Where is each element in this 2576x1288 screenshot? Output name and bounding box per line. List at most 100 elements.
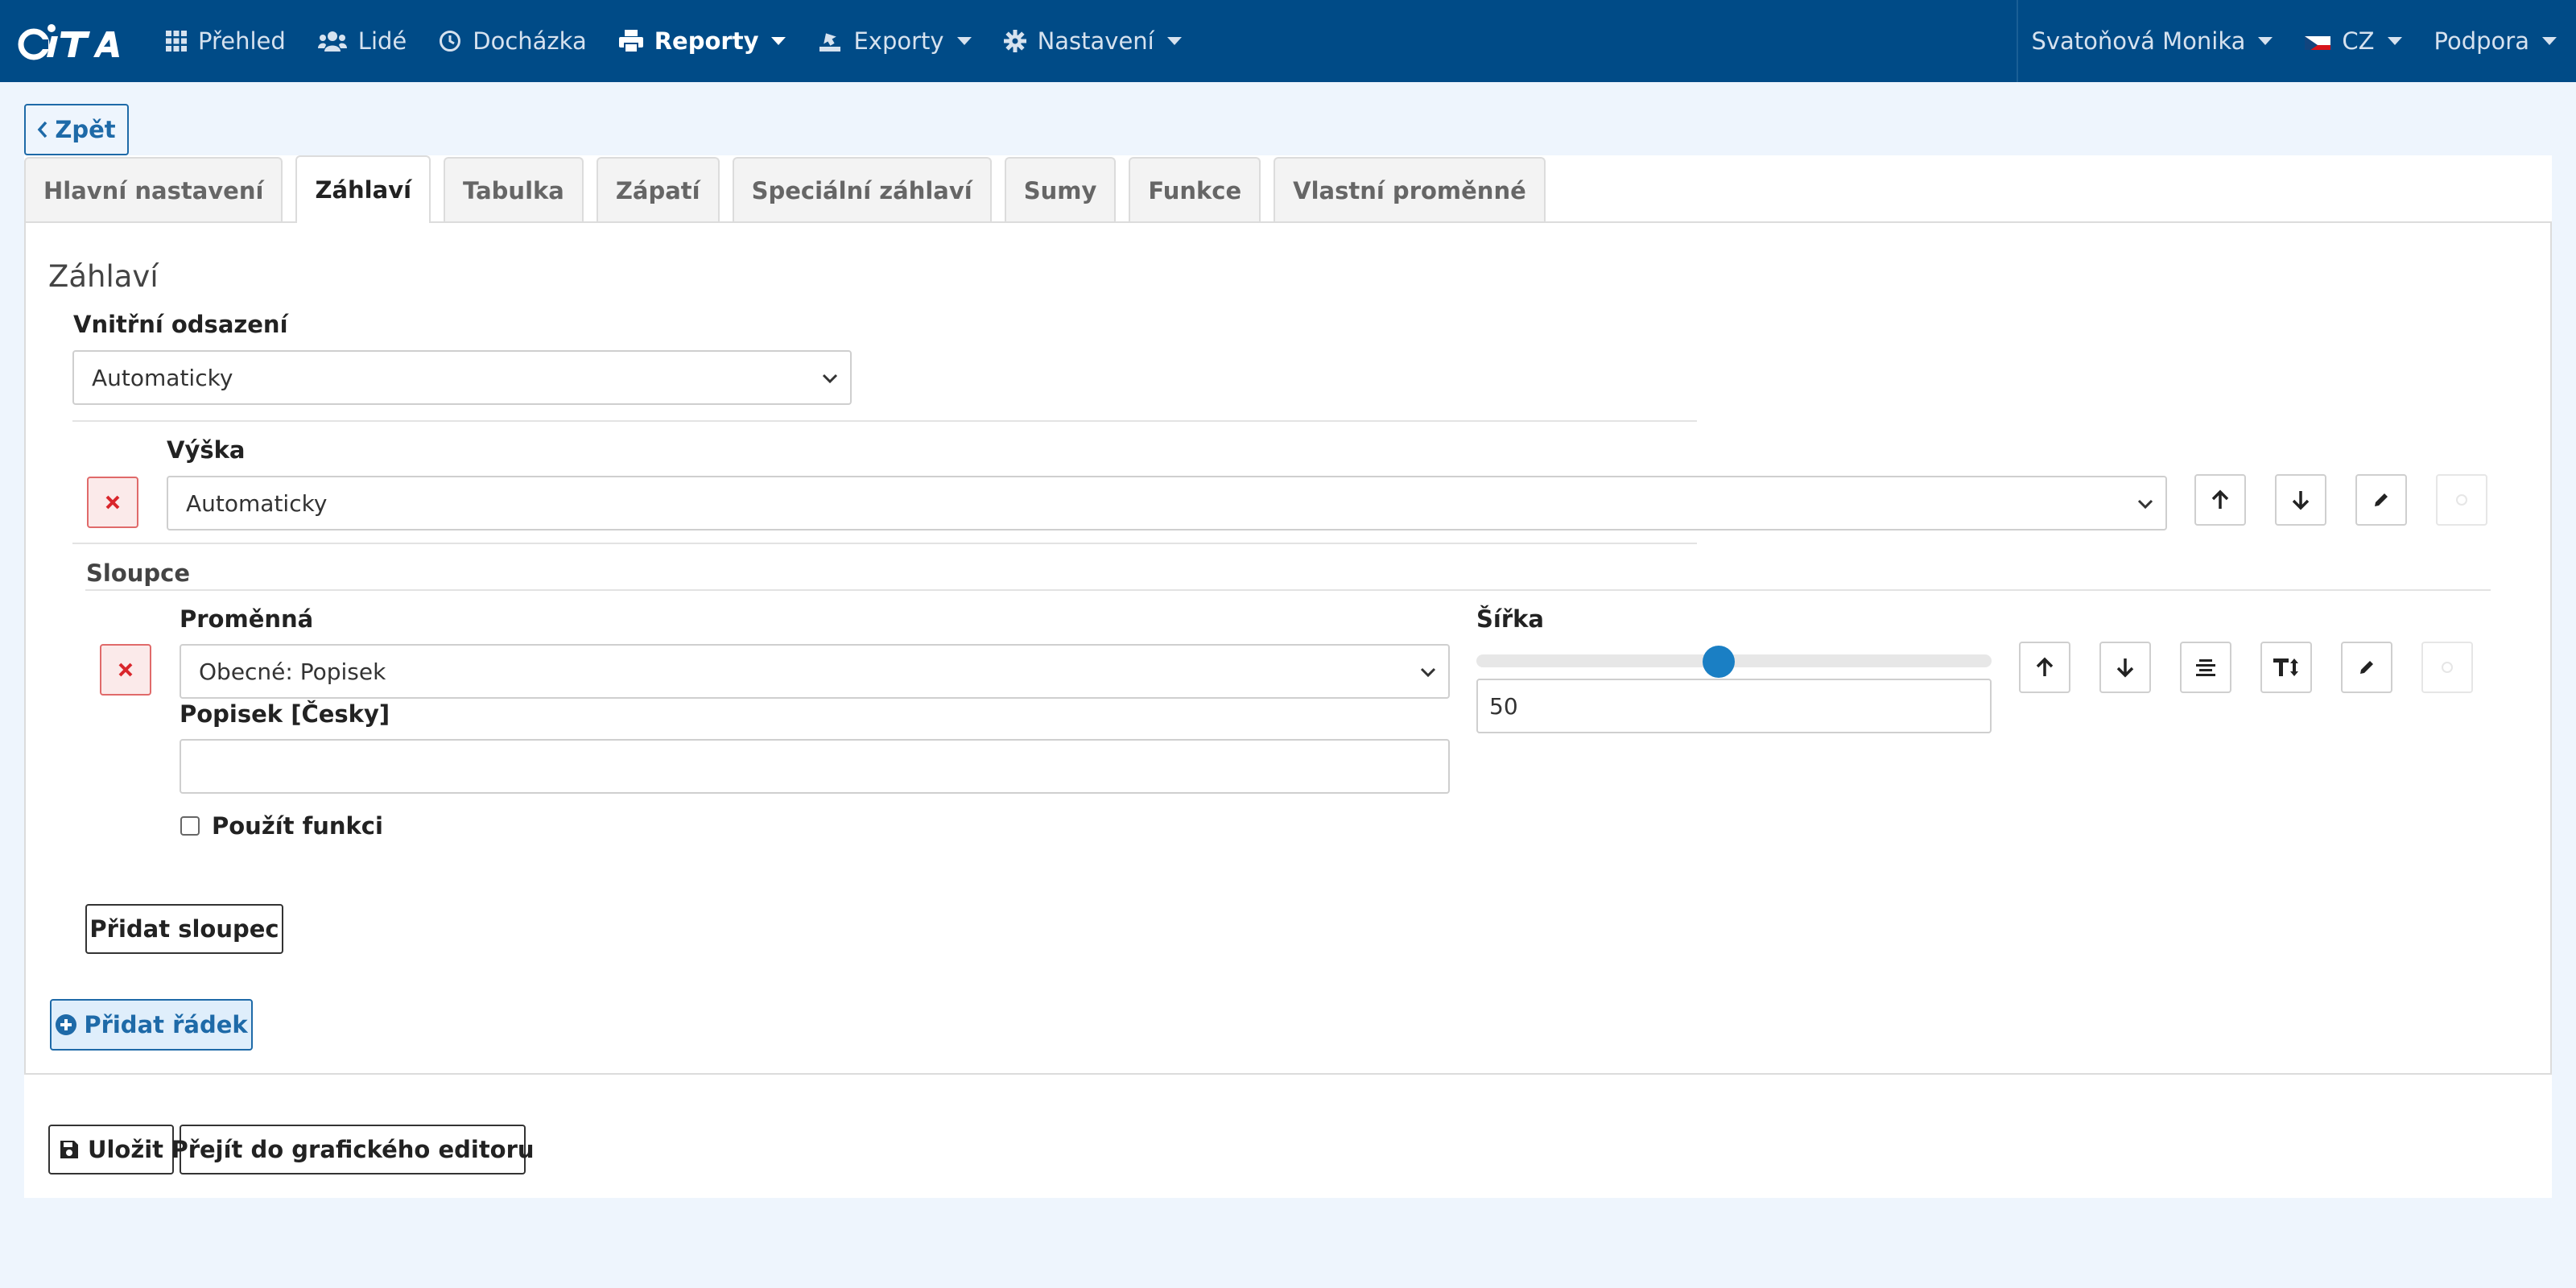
tab-label: Záhlaví [315, 176, 412, 204]
caption-input[interactable] [180, 739, 1450, 794]
remove-row-button[interactable] [87, 477, 138, 528]
variable-select-value: Obecné: Popisek [199, 658, 386, 685]
text-size-button[interactable] [2260, 642, 2312, 693]
language-menu[interactable]: CZ [2289, 0, 2417, 82]
caption-label: Popisek [Česky] [180, 700, 390, 728]
tab-label: Tabulka [463, 177, 564, 204]
chevron-down-icon [2137, 499, 2153, 510]
pencil-icon [2360, 661, 2373, 674]
save-label: Uložit [87, 1136, 164, 1163]
tab-label: Sumy [1023, 177, 1097, 204]
edit-column-button[interactable] [2341, 642, 2392, 693]
tab-label: Funkce [1148, 177, 1242, 204]
nav-label: Docházka [473, 27, 587, 55]
width-input-value: 50 [1489, 692, 1518, 720]
divider [85, 589, 2491, 591]
arrow-down-icon [2116, 658, 2134, 678]
add-column-label: Přidat sloupec [89, 915, 279, 943]
align-center-button[interactable] [2180, 642, 2231, 693]
arrow-up-icon [2036, 657, 2054, 676]
text-height-icon [2273, 658, 2298, 676]
tab-label: Zápatí [615, 177, 700, 204]
width-slider-thumb[interactable] [1702, 646, 1735, 678]
circle-icon [2456, 494, 2467, 506]
move-column-up-button[interactable] [2019, 642, 2070, 693]
tab-vlastni-promenne[interactable]: Vlastní proměnné [1274, 157, 1546, 223]
tab-label: Speciální záhlaví [751, 177, 972, 204]
tab-zapati[interactable]: Zápatí [596, 157, 720, 223]
edit-row-button[interactable] [2355, 474, 2407, 526]
caret-down-icon [2542, 37, 2557, 45]
width-input[interactable]: 50 [1476, 679, 1992, 733]
use-function-label: Použít funkci [212, 812, 383, 840]
variable-label: Proměnná [180, 605, 314, 633]
tab-label: Hlavní nastavení [43, 177, 264, 204]
align-center-icon [2196, 659, 2215, 676]
nav-item-reporty[interactable]: Reporty [603, 0, 803, 82]
nav-item-nastaveni[interactable]: Nastavení [988, 0, 1198, 82]
row-extra-button[interactable] [2436, 474, 2487, 526]
padding-label: Vnitřní odsazení [73, 311, 288, 338]
nav-item-dochazka[interactable]: Docházka [423, 0, 602, 82]
padding-select-value: Automaticky [92, 364, 233, 391]
nav-label: Lidé [357, 27, 407, 55]
height-select-value: Automaticky [186, 489, 328, 517]
grid-icon [166, 31, 187, 52]
nav-item-prehled[interactable]: Přehled [150, 0, 302, 82]
column-extra-button[interactable] [2421, 642, 2473, 693]
height-select[interactable]: Automaticky [167, 476, 2167, 530]
arrow-up-icon [2211, 489, 2229, 509]
cita-logo[interactable] [16, 17, 124, 65]
printer-icon [618, 30, 643, 52]
floppy-disk-icon [60, 1141, 78, 1158]
columns-label: Sloupce [86, 559, 191, 587]
circle-icon [2442, 662, 2453, 673]
language-label: CZ [2342, 27, 2375, 55]
move-row-down-button[interactable] [2275, 474, 2326, 526]
tab-hlavni-nastaveni[interactable]: Hlavní nastavení [24, 157, 283, 223]
nav-label: Exporty [853, 27, 944, 55]
move-column-down-button[interactable] [2099, 642, 2151, 693]
arrow-down-icon [2292, 491, 2310, 510]
nav-item-exporty[interactable]: Exporty [802, 0, 987, 82]
save-button[interactable]: Uložit [48, 1125, 174, 1174]
plus-circle-icon [56, 1014, 77, 1035]
czech-flag-icon [2305, 32, 2331, 50]
add-row-button[interactable]: Přidat řádek [50, 999, 253, 1051]
support-label: Podpora [2434, 27, 2529, 55]
remove-column-button[interactable] [100, 644, 151, 696]
divider [72, 543, 1697, 544]
tab-zahlavi[interactable]: Záhlaví [295, 155, 431, 223]
clock-icon [440, 31, 461, 52]
nav-label: Přehled [198, 27, 286, 55]
chevron-left-icon [37, 121, 47, 138]
nav-item-lide[interactable]: Lidé [302, 0, 423, 82]
divider [72, 420, 1697, 422]
pencil-icon [2375, 493, 2388, 506]
nav-label: Reporty [654, 27, 759, 55]
tab-bar: Hlavní nastavení Záhlaví Tabulka Zápatí … [24, 155, 2552, 223]
user-name: Svatoňová Monika [2031, 27, 2246, 55]
chevron-down-icon [822, 374, 838, 384]
tab-sumy[interactable]: Sumy [1004, 157, 1117, 223]
add-column-button[interactable]: Přidat sloupec [85, 904, 283, 954]
back-label: Zpět [55, 116, 116, 143]
close-icon [118, 663, 133, 677]
back-button[interactable]: Zpět [24, 104, 129, 155]
tab-funkce[interactable]: Funkce [1129, 157, 1261, 223]
tab-specialni-zahlavi[interactable]: Speciální záhlaví [732, 157, 992, 223]
caret-down-icon [2258, 37, 2273, 45]
variable-select[interactable]: Obecné: Popisek [180, 644, 1450, 699]
top-navbar: Přehled Lidé Docházka Reporty Exporty Na… [0, 0, 2576, 82]
caret-down-icon [1166, 37, 1182, 45]
graphic-editor-button[interactable]: Přejít do grafického editoru [171, 1125, 535, 1174]
support-menu[interactable]: Podpora [2418, 0, 2576, 82]
tab-tabulka[interactable]: Tabulka [444, 157, 584, 223]
use-function-checkbox[interactable] [180, 816, 200, 836]
close-icon [105, 495, 120, 510]
user-menu[interactable]: Svatoňová Monika [2018, 0, 2289, 82]
caret-down-icon [771, 37, 786, 45]
tab-label: Vlastní proměnné [1293, 177, 1526, 204]
padding-select[interactable]: Automaticky [72, 350, 852, 405]
move-row-up-button[interactable] [2194, 474, 2246, 526]
